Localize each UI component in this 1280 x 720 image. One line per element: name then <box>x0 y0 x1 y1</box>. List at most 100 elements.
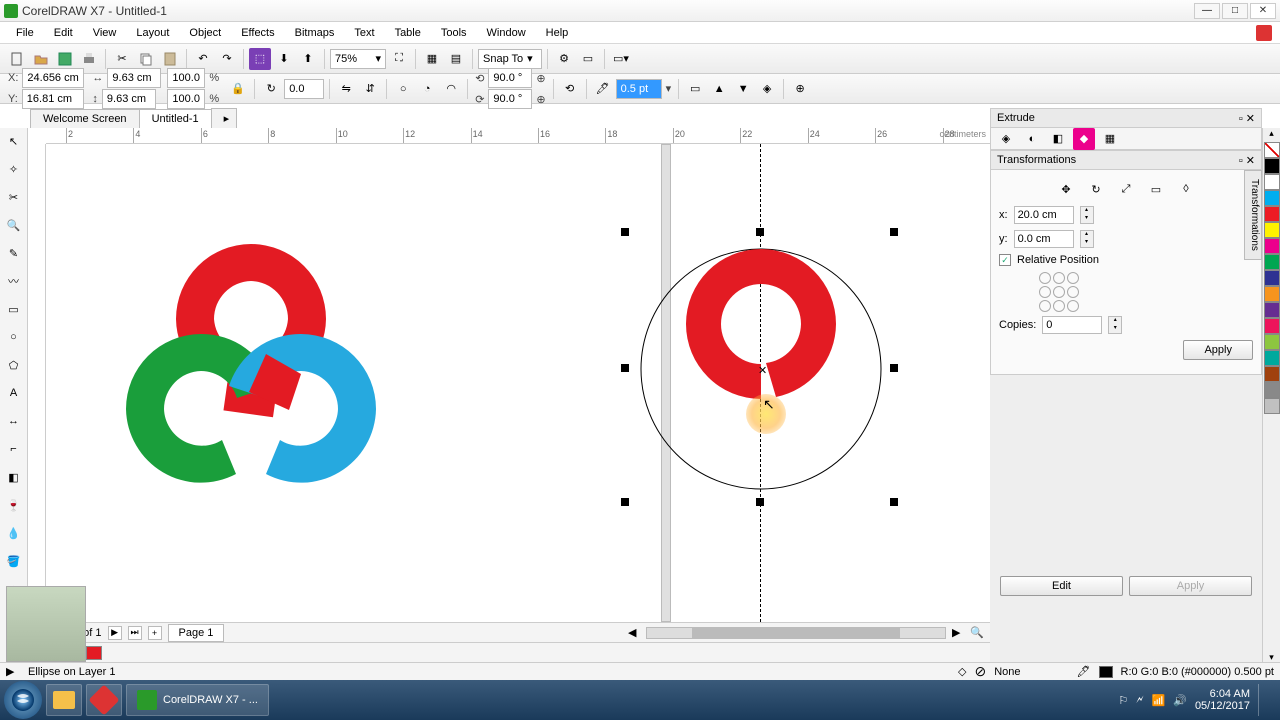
copy-button[interactable] <box>135 48 157 70</box>
hscroll-left[interactable]: ◀ <box>628 626 640 639</box>
zoom-tool[interactable]: 🔍 <box>3 214 25 236</box>
tab-new-button[interactable]: ▸ <box>211 108 237 128</box>
zoom-indicator-icon[interactable]: 🔍 <box>970 626 984 639</box>
color-swatch[interactable] <box>1264 398 1280 414</box>
start-angle-field[interactable]: 90.0 ° <box>488 68 532 88</box>
taskbar-app2[interactable] <box>86 684 122 716</box>
menu-tools[interactable]: Tools <box>433 25 475 41</box>
end-angle-field[interactable]: 90.0 ° <box>488 89 532 109</box>
scale-x-field[interactable]: 100.0 <box>167 68 205 88</box>
zoom-field[interactable]: 75%▾ <box>330 49 386 69</box>
menu-edit[interactable]: Edit <box>46 25 81 41</box>
menu-bitmaps[interactable]: Bitmaps <box>287 25 343 41</box>
artistic-media-tool[interactable]: 〰 <box>3 270 25 292</box>
no-color-swatch[interactable] <box>1264 142 1280 158</box>
extrude-icon-3[interactable]: ◧ <box>1047 128 1069 150</box>
tray-battery-icon[interactable]: 🗲 <box>1136 694 1143 707</box>
new-button[interactable] <box>6 48 28 70</box>
color-swatch[interactable] <box>1264 350 1280 366</box>
direction-button[interactable]: ⟲ <box>559 78 581 100</box>
front-button[interactable]: ▲ <box>708 78 730 100</box>
ellipse-tool[interactable]: ○ <box>3 326 25 348</box>
import-button[interactable]: ⬇ <box>273 48 295 70</box>
ellipse-button[interactable]: ○ <box>392 78 414 100</box>
extrude-icon-2[interactable]: ◐ <box>1021 128 1043 150</box>
anchor-grid[interactable] <box>1039 272 1253 312</box>
transform-rotate-button[interactable]: ↻ <box>1085 178 1107 200</box>
transform-size-button[interactable]: ▭ <box>1145 178 1167 200</box>
polygon-tool[interactable]: ⬠ <box>3 354 25 376</box>
menu-effects[interactable]: Effects <box>233 25 282 41</box>
tray-network-icon[interactable]: 📶 <box>1152 694 1166 707</box>
snap-to-field[interactable]: Snap To▾ <box>478 49 542 69</box>
arc-button[interactable]: ◠ <box>440 78 462 100</box>
parallel-dim-tool[interactable]: ↔ <box>3 410 25 432</box>
color-swatch[interactable] <box>1264 190 1280 206</box>
app-button[interactable]: ▭▾ <box>610 48 632 70</box>
lock-ratio-button[interactable]: 🔒 <box>227 78 249 100</box>
eyedropper-tool[interactable]: 💧 <box>3 522 25 544</box>
transform-position-button[interactable]: ✥ <box>1055 178 1077 200</box>
quick-customize-button[interactable]: ⊕ <box>789 78 811 100</box>
paste-button[interactable] <box>159 48 181 70</box>
show-desktop-button[interactable] <box>1258 684 1268 716</box>
wrap-text-button[interactable]: ▭ <box>684 78 706 100</box>
menu-file[interactable]: File <box>8 25 42 41</box>
color-swatch[interactable] <box>1264 302 1280 318</box>
show-rulers-button[interactable]: ▦ <box>421 48 443 70</box>
x-spinner[interactable]: ▴▾ <box>1080 206 1094 224</box>
menu-table[interactable]: Table <box>387 25 429 41</box>
outline-width-field[interactable]: 0.5 pt <box>616 79 662 99</box>
extrude-edit-button[interactable]: Edit <box>1000 576 1123 596</box>
width-field[interactable]: 9.63 cm <box>107 68 161 88</box>
search-content-button[interactable]: ⬚ <box>249 48 271 70</box>
freehand-tool[interactable]: ✎ <box>3 242 25 264</box>
color-swatch[interactable] <box>1264 158 1280 174</box>
maximize-button[interactable]: □ <box>1222 3 1248 19</box>
drop-shadow-tool[interactable]: ◧ <box>3 466 25 488</box>
relative-checkbox[interactable]: ✓ <box>999 254 1011 266</box>
color-swatch[interactable] <box>1264 334 1280 350</box>
start-button[interactable] <box>4 681 42 719</box>
color-swatch[interactable] <box>1264 318 1280 334</box>
crop-tool[interactable]: ✂ <box>3 186 25 208</box>
minimize-button[interactable]: — <box>1194 3 1220 19</box>
transform-y-field[interactable] <box>1014 230 1074 248</box>
copies-spinner[interactable]: ▴▾ <box>1108 316 1122 334</box>
transform-apply-button[interactable]: Apply <box>1183 340 1253 360</box>
copies-field[interactable] <box>1042 316 1102 334</box>
extrude-icon-4[interactable]: ◆ <box>1073 128 1095 150</box>
drawing-canvas[interactable]: ✕ ↖ <box>46 144 990 622</box>
fill-tool[interactable]: 🪣 <box>3 550 25 572</box>
doc-swatch-red[interactable] <box>86 646 102 660</box>
color-swatch[interactable] <box>1264 270 1280 286</box>
extrude-icon-5[interactable]: ▦ <box>1099 128 1121 150</box>
selected-ellipse[interactable]: ✕ <box>636 229 906 499</box>
menu-window[interactable]: Window <box>479 25 534 41</box>
open-button[interactable] <box>30 48 52 70</box>
color-swatch[interactable] <box>1264 206 1280 222</box>
color-swatch[interactable] <box>1264 238 1280 254</box>
color-swatch[interactable] <box>1264 222 1280 238</box>
menu-view[interactable]: View <box>85 25 125 41</box>
menu-layout[interactable]: Layout <box>128 25 177 41</box>
cut-button[interactable]: ✂ <box>111 48 133 70</box>
connector-tool[interactable]: ⌐ <box>3 438 25 460</box>
color-swatch[interactable] <box>1264 286 1280 302</box>
mirror-h-button[interactable]: ⇋ <box>335 78 357 100</box>
show-grid-button[interactable]: ▤ <box>445 48 467 70</box>
pos-x-field[interactable]: 24.656 cm <box>22 68 84 88</box>
redo-button[interactable]: ↷ <box>216 48 238 70</box>
transform-scale-button[interactable]: ⤢ <box>1115 178 1137 200</box>
hscroll-right[interactable]: ▶ <box>952 626 964 639</box>
transform-skew-button[interactable]: ◊ <box>1175 178 1197 200</box>
add-page-button[interactable]: + <box>148 626 162 640</box>
tab-welcome[interactable]: Welcome Screen <box>30 109 140 128</box>
export-button[interactable]: ⬆ <box>297 48 319 70</box>
last-page-button[interactable]: ⏭ <box>128 626 142 640</box>
taskbar-coreldraw[interactable]: CorelDRAW X7 - ... <box>126 684 269 716</box>
close-button[interactable]: ✕ <box>1250 3 1276 19</box>
pie-button[interactable]: ◔ <box>416 78 438 100</box>
rectangle-tool[interactable]: ▭ <box>3 298 25 320</box>
outline-color-swatch[interactable] <box>1099 666 1113 678</box>
